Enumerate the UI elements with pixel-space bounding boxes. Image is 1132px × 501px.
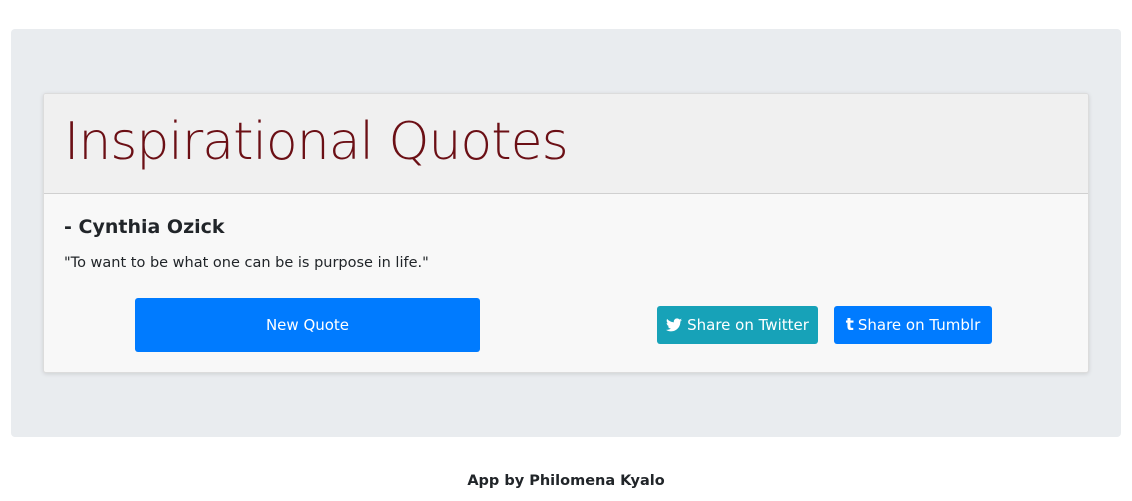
- footer-credit: App by Philomena Kyalo: [467, 473, 665, 489]
- share-twitter-label: Share on Twitter: [687, 316, 809, 334]
- twitter-icon: [666, 318, 683, 332]
- new-quote-button[interactable]: New Quote: [135, 298, 480, 352]
- tumblr-icon: t: [845, 314, 854, 335]
- card-header: Inspirational Quotes: [44, 94, 1088, 194]
- share-tumblr-button[interactable]: t Share on Tumblr: [834, 306, 992, 344]
- new-quote-label: New Quote: [265, 316, 350, 334]
- share-twitter-button[interactable]: Share on Twitter: [657, 306, 818, 344]
- quote-author: - Cynthia Ozick: [64, 216, 225, 238]
- share-tumblr-label: Share on Tumblr: [857, 316, 981, 334]
- quote-card: Inspirational Quotes - Cynthia Ozick "To…: [43, 93, 1089, 373]
- quote-text: "To want to be what one can be is purpos…: [64, 255, 429, 271]
- page-title: Inspirational Quotes: [64, 112, 569, 172]
- quote-container: Inspirational Quotes - Cynthia Ozick "To…: [11, 29, 1121, 437]
